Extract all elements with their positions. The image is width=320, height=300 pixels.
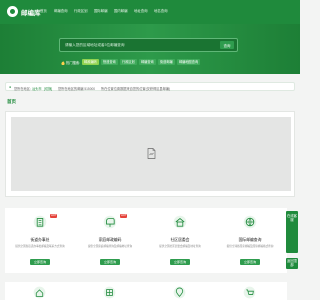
nav-item-intl-postcode[interactable]: 国际邮编 [94, 8, 108, 13]
location-bar: ● 您所在地区: 汕头市 [切换] 您所在地区的邮编 515000 所在位置位置… [5, 82, 295, 91]
community-icon [173, 215, 187, 229]
hot-tag-admin-division[interactable]: 行政区划 [120, 59, 137, 65]
location-prefix: 您所在地区: [14, 86, 31, 91]
card-query-button[interactable]: 立即查询 [170, 259, 190, 265]
card-title: 街道办事处 [30, 238, 50, 242]
card-desc: 提供全国社区居委会邮编及地址查询 [159, 245, 201, 248]
site-logo[interactable]: 邮编库 [7, 6, 41, 17]
service-cards: HOT 街道办事处 提供全国各街道办事处邮编及联系方式查询 立即查询 HOT 家… [5, 208, 287, 273]
hot-tag-postcode[interactable]: 邮政编码 [82, 59, 99, 65]
card-intl-postcode[interactable]: 国际邮编查询 提供全球各国家邮编及国际邮编格式查询 立即查询 [215, 208, 285, 273]
globe-icon [243, 215, 257, 229]
cart-icon [243, 286, 256, 299]
mailbox-icon [103, 215, 117, 229]
nav-item-admin-division[interactable]: 行政区划 [74, 8, 88, 13]
card-query-button[interactable]: 立即查询 [30, 259, 50, 265]
location-city[interactable]: 汕头市 [32, 86, 42, 91]
card-desc: 提供全国家庭邮编查询及邮编地址查询 [87, 245, 133, 248]
hot-badge: HOT [50, 214, 58, 218]
section-title: 首页 [7, 99, 16, 104]
search-box: 查询 [59, 38, 238, 52]
hot-search-label: 热门搜索: [61, 60, 80, 65]
card-desc: 提供全国各街道办事处邮编及联系方式查询 [15, 245, 65, 248]
search-input[interactable] [65, 42, 215, 47]
online-service-button[interactable]: 在线客服 [286, 211, 298, 253]
nav-item-home[interactable]: 首页 [40, 8, 47, 13]
nav-item-postcode-search[interactable]: 邮编查询 [54, 8, 68, 13]
card-query-button[interactable]: 立即查询 [100, 259, 120, 265]
card-street-office[interactable]: HOT 街道办事处 提供全国各街道办事处邮编及联系方式查询 立即查询 [5, 208, 75, 273]
house-icon [33, 286, 46, 299]
logo-text: 邮编库 [21, 9, 41, 17]
logo-icon [7, 6, 18, 17]
location-pin-icon: ● [9, 85, 12, 89]
card-title: 家庭邮政编码 [98, 238, 122, 242]
top-navbar: 邮编库 首页 邮编查询 行政区划 国际邮编 国内邮编 地址查询 地名查询 [0, 0, 300, 24]
search-button[interactable]: 查询 [220, 41, 234, 49]
card-community[interactable]: 社区居委会 提供全国社区居委会邮编及地址查询 立即查询 [145, 208, 215, 273]
location-change-link[interactable]: [切换] [44, 86, 52, 91]
building-icon [33, 215, 47, 229]
hot-search-label-text: 热门搜索: [66, 61, 81, 65]
broken-image-icon [147, 148, 156, 159]
card-query-button[interactable]: 立即查询 [240, 259, 260, 265]
nav-item-domestic-postcode[interactable]: 国内邮编 [114, 8, 128, 13]
location-note: 所在位置位置数据来自您的位置(仅获得区县邮编) [101, 86, 171, 91]
nav-item-place-search[interactable]: 地名查询 [154, 8, 168, 13]
hot-tag-street-postcode[interactable]: 街道邮编 [158, 59, 175, 65]
hot-badge: HOT [120, 214, 128, 218]
card-desc: 提供全球各国家邮编及国际邮编格式查询 [226, 245, 274, 248]
location-postcode-text: 您所在地区的邮编 515000 [58, 86, 96, 91]
grid-icon [103, 286, 116, 299]
back-to-top-button[interactable]: 返回顶部 [286, 258, 298, 269]
nav-item-address-search[interactable]: 地址查询 [134, 8, 148, 13]
hot-tag-postcode-map[interactable]: 邮编地图查询 [177, 59, 201, 65]
service-cards-row-2 [5, 282, 287, 300]
fire-icon [61, 60, 65, 65]
banner-image-panel [5, 111, 295, 197]
image-placeholder [11, 117, 291, 191]
pin-icon [173, 286, 186, 299]
card-family-postcode[interactable]: HOT 家庭邮政编码 提供全国家庭邮编查询及邮编地址查询 立即查询 [75, 208, 145, 273]
card-title: 社区居委会 [170, 238, 190, 242]
hot-tag-express[interactable]: 快递查询 [101, 59, 118, 65]
card-title: 国际邮编查询 [238, 238, 262, 242]
hot-tag-postcode-search[interactable]: 邮编查询 [139, 59, 156, 65]
